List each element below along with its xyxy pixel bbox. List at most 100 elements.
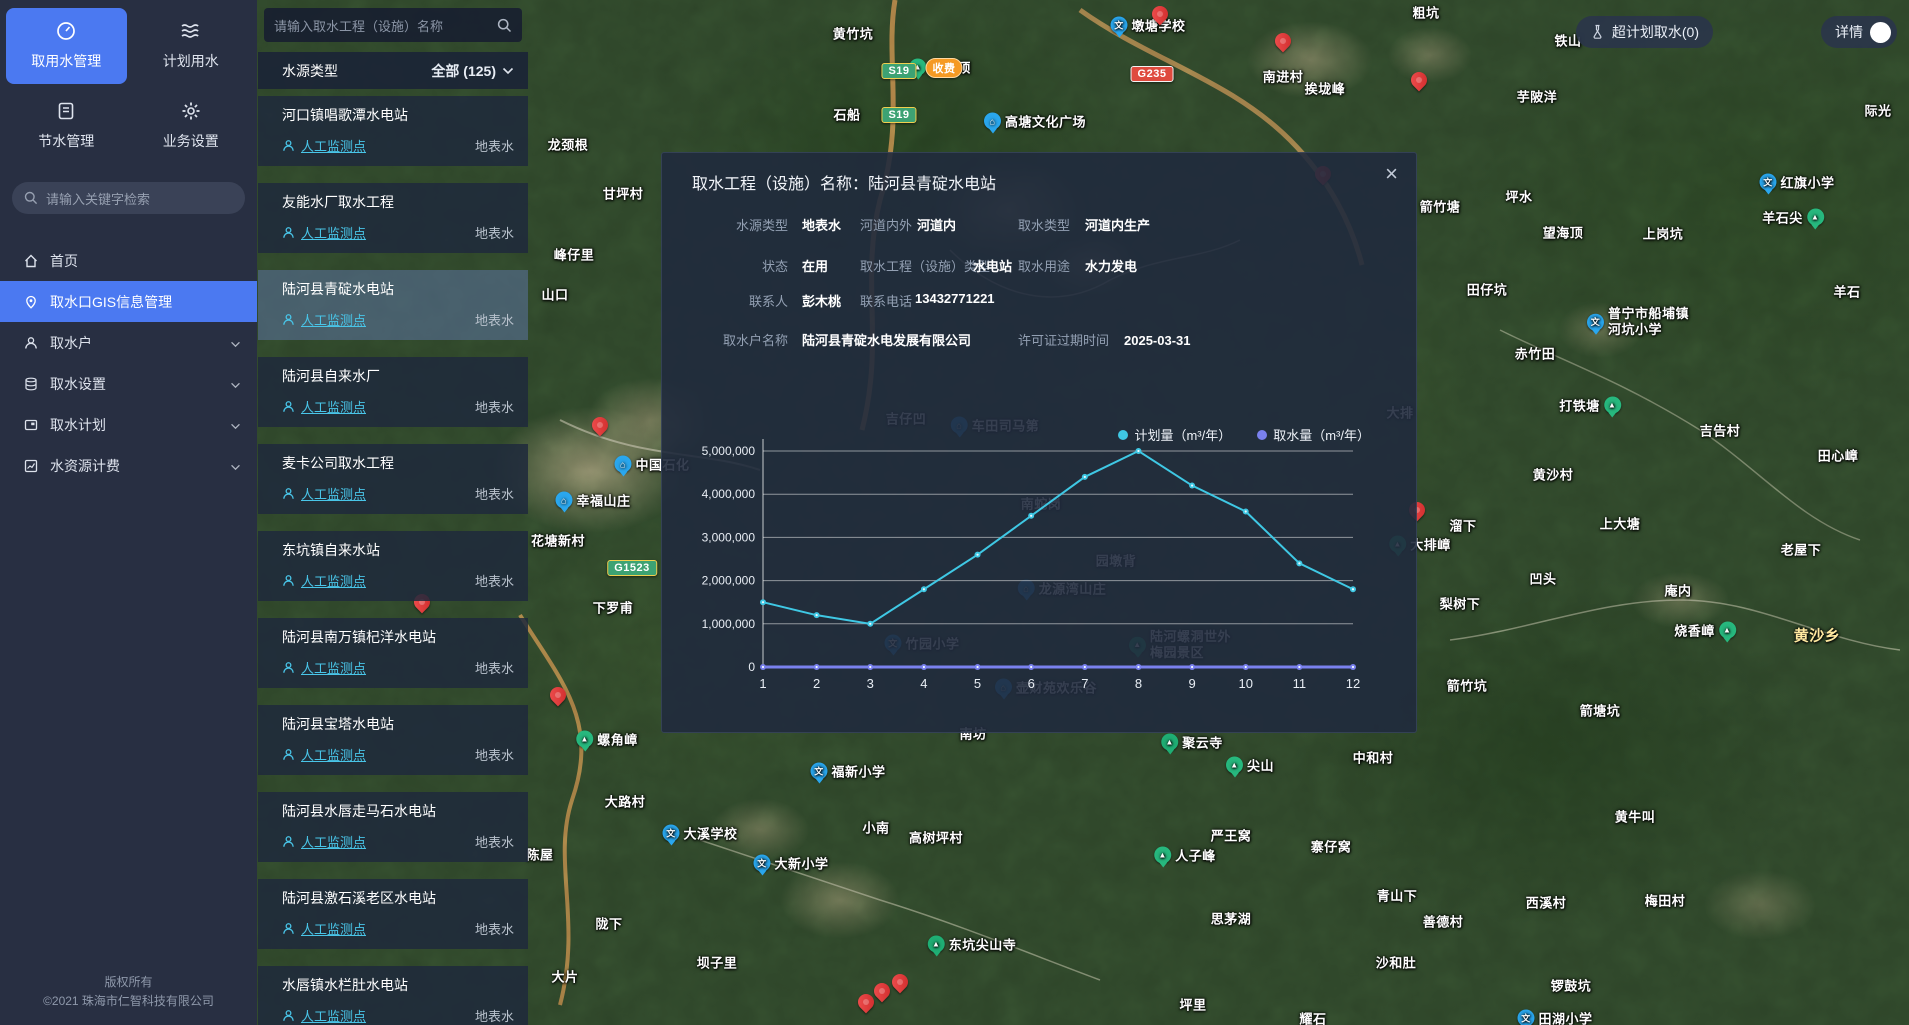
sidebar-item-3[interactable]: 取水设置 <box>0 363 257 404</box>
intake-name: 陆河县水唇走马石水电站 <box>282 801 514 821</box>
monitor-type-link[interactable]: 人工监测点 <box>301 223 366 242</box>
monitor-type-link[interactable]: 人工监测点 <box>301 919 366 938</box>
mountain-pin-icon: ▲ <box>1604 397 1621 414</box>
map-label: 庵内 <box>1664 581 1691 600</box>
close-icon[interactable]: × <box>1385 163 1398 185</box>
person-icon <box>282 574 295 587</box>
map-label: 梨树下 <box>1440 594 1481 613</box>
legend-label: 取水量（m³/年） <box>1273 425 1370 444</box>
list-item-2[interactable]: 陆河县青碇水电站人工监测点地表水 <box>258 270 528 340</box>
map-label-text: 庵内 <box>1664 581 1691 600</box>
legend-item[interactable]: 取水量（m³/年） <box>1257 425 1370 444</box>
sidebar-item-2[interactable]: 取水户 <box>0 322 257 363</box>
legend-item[interactable]: 计划量（m³/年） <box>1118 425 1231 444</box>
monitor-type-link[interactable]: 人工监测点 <box>301 571 366 590</box>
map-label-text: 龙颈根 <box>548 135 589 154</box>
red-map-marker[interactable] <box>1272 30 1295 53</box>
svg-text:4,000,000: 4,000,000 <box>702 487 756 501</box>
app-tile-2[interactable]: 节水管理 <box>6 88 127 164</box>
map-label-text: 陈屋 <box>526 845 553 864</box>
app-tile-1[interactable]: 计划用水 <box>131 8 252 84</box>
map-label-text: 坪水 <box>1505 187 1532 206</box>
map-label: 芋陂洋 <box>1517 87 1558 106</box>
map-label-text: 山口 <box>541 285 568 304</box>
sidebar-menu: 首页取水口GIS信息管理取水户取水设置取水计划水资源计费 <box>0 240 257 486</box>
list-item-4[interactable]: 麦卡公司取水工程人工监测点地表水 <box>258 444 528 514</box>
monitor-type-link[interactable]: 人工监测点 <box>301 1006 366 1025</box>
map-label-text: 人子峰 <box>1175 846 1216 865</box>
map-label: 西溪村 <box>1526 893 1567 912</box>
legend-dot <box>1118 430 1128 440</box>
chevron-down-icon <box>230 458 241 474</box>
red-map-marker[interactable] <box>871 980 894 1003</box>
red-map-marker[interactable] <box>547 684 570 707</box>
filter-value-dropdown[interactable]: 全部 (125) <box>431 61 514 81</box>
app-tile-3[interactable]: 业务设置 <box>131 88 252 164</box>
sidebar-item-5[interactable]: 水资源计费 <box>0 445 257 486</box>
monitor-type-link[interactable]: 人工监测点 <box>301 658 366 677</box>
monitor-type-link[interactable]: 人工监测点 <box>301 745 366 764</box>
red-map-marker[interactable] <box>889 971 912 994</box>
mountain-pin-icon: ▲ <box>576 731 593 748</box>
map-label-text: 烧香嶂 <box>1674 621 1715 640</box>
list-item-6[interactable]: 陆河县南万镇杞洋水电站人工监测点地表水 <box>258 618 528 688</box>
search-icon[interactable] <box>497 18 512 33</box>
temple-pin-icon: ▲ <box>1161 734 1178 751</box>
field-row: 状态 在用 取水工程（设施）类型 水电站 取水用途 水力发电 <box>678 256 1416 275</box>
intake-name: 水唇镇水栏肚水电站 <box>282 975 514 995</box>
list-item-10[interactable]: 水唇镇水栏肚水电站人工监测点地表水 <box>258 966 528 1025</box>
field-label: 联系人 <box>678 291 788 310</box>
water-source-type: 地表水 <box>475 310 514 329</box>
detail-toggle-knob[interactable] <box>1870 22 1891 43</box>
chevron-down-icon <box>502 67 514 75</box>
field-label: 联系电话 <box>860 291 912 310</box>
sidebar-item-1[interactable]: 取水口GIS信息管理 <box>0 281 257 322</box>
temple-pin-icon: ▲ <box>928 936 945 953</box>
map-label-text: 红旗小学 <box>1780 173 1834 192</box>
map-label: 梅田村 <box>1645 891 1686 910</box>
list-item-1[interactable]: 友能水厂取水工程人工监测点地表水 <box>258 183 528 253</box>
monitor-type-link[interactable]: 人工监测点 <box>301 136 366 155</box>
detail-toggle-pill[interactable]: 详情 <box>1821 16 1897 48</box>
over-plan-intake-pill[interactable]: 超计划取水(0) <box>1576 16 1713 48</box>
app-tile-0[interactable]: 取用水管理 <box>6 8 127 84</box>
list-item-0[interactable]: 河口镇唱歌潭水电站人工监测点地表水 <box>258 96 528 166</box>
intake-name: 麦卡公司取水工程 <box>282 453 514 473</box>
list-item-8[interactable]: 陆河县水唇走马石水电站人工监测点地表水 <box>258 792 528 862</box>
map-label-text: 南进村 <box>1263 67 1304 86</box>
monitor-type-link[interactable]: 人工监测点 <box>301 397 366 416</box>
school-pin-icon: 文 <box>1110 17 1127 34</box>
map-label: 文墩塘学校 <box>1110 16 1185 35</box>
intake-search-input[interactable]: 请输入取水工程（设施）名称 <box>264 8 522 42</box>
map-label: 花塘新村 <box>531 531 585 550</box>
field-row: 联系人 彭木桃 联系电话 13432771221 <box>678 291 1416 310</box>
svg-text:9: 9 <box>1188 676 1195 691</box>
field-label: 取水类型 <box>1018 215 1070 234</box>
sidebar-item-4[interactable]: 取水计划 <box>0 404 257 445</box>
map-label-text: 花塘新村 <box>531 531 585 550</box>
list-item-9[interactable]: 陆河县激石溪老区水电站人工监测点地表水 <box>258 879 528 949</box>
modal-title: 取水工程（设施）名称：陆河县青碇水电站 <box>692 170 996 194</box>
keyword-search-input[interactable]: 请输入关键字检索 <box>12 182 245 214</box>
list-item-7[interactable]: 陆河县宝塔水电站人工监测点地表水 <box>258 705 528 775</box>
map-label: 峰仔里 <box>554 245 595 264</box>
person-icon <box>282 313 295 326</box>
water-source-filter-row[interactable]: 水源类型 全部 (125) <box>258 52 528 89</box>
map-label-text: 幸福山庄 <box>576 491 630 510</box>
map-label-text: 坪里 <box>1179 995 1206 1014</box>
map-label-text: 坝子里 <box>697 953 738 972</box>
map-label: ⌂高塘文化广场 <box>984 112 1086 131</box>
list-item-5[interactable]: 东坑镇自来水站人工监测点地表水 <box>258 531 528 601</box>
poi-pin-icon: ⌂ <box>555 492 572 509</box>
monitor-type-link[interactable]: 人工监测点 <box>301 832 366 851</box>
map-label: 文田湖小学 <box>1517 1009 1592 1025</box>
monitor-type-link[interactable]: 人工监测点 <box>301 310 366 329</box>
app-tile-label: 取用水管理 <box>31 51 101 71</box>
map-label-text: 沙和肚 <box>1376 953 1417 972</box>
list-item-3[interactable]: 陆河县自来水厂人工监测点地表水 <box>258 357 528 427</box>
field-value: 陆河县青碇水电发展有限公司 <box>802 330 971 349</box>
red-map-marker[interactable] <box>1408 69 1431 92</box>
red-map-marker[interactable] <box>589 414 612 437</box>
sidebar-item-0[interactable]: 首页 <box>0 240 257 281</box>
monitor-type-link[interactable]: 人工监测点 <box>301 484 366 503</box>
